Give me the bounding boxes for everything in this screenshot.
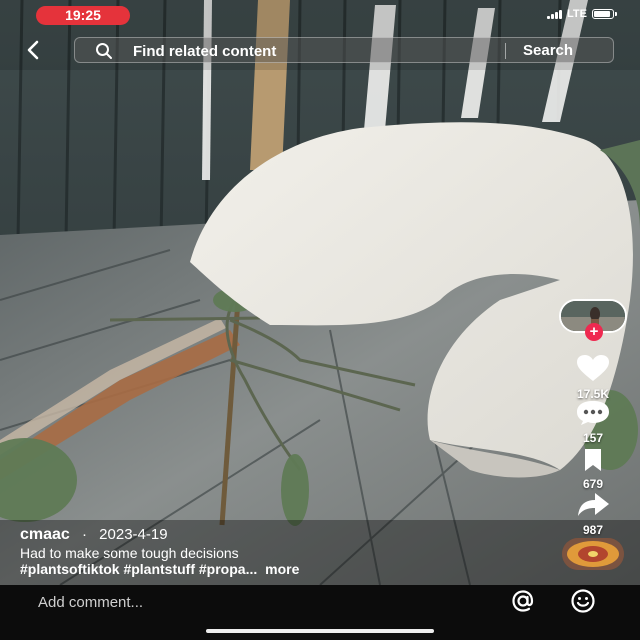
search-bar[interactable]: Search bbox=[74, 37, 614, 63]
username[interactable]: cmaac bbox=[20, 526, 70, 543]
like-action[interactable]: 17.5K bbox=[556, 354, 630, 401]
like-count: 17.5K bbox=[576, 387, 610, 401]
hashtags[interactable]: #plantsoftiktok #plantstuff #propa... bbox=[20, 561, 257, 577]
share-action[interactable]: 987 bbox=[556, 492, 630, 537]
comment-input[interactable] bbox=[38, 592, 398, 612]
comment-action[interactable]: 157 bbox=[556, 400, 630, 445]
battery-icon bbox=[592, 9, 617, 19]
signal-icon bbox=[547, 9, 563, 19]
save-action[interactable]: 679 bbox=[556, 448, 630, 491]
search-divider bbox=[505, 43, 506, 59]
comment-bar bbox=[0, 585, 640, 640]
caption-text: Had to make some tough decisions bbox=[20, 545, 239, 561]
emoji-icon[interactable] bbox=[570, 588, 596, 614]
post-date: 2023-4-19 bbox=[99, 526, 168, 543]
at-icon[interactable] bbox=[510, 588, 536, 614]
tiktok-video-screen: 19:25 LTE Search + 17.5K bbox=[0, 0, 640, 640]
save-count: 679 bbox=[582, 477, 604, 491]
bookmark-icon bbox=[585, 449, 601, 471]
comment-icon bbox=[577, 401, 609, 425]
search-icon bbox=[96, 43, 112, 59]
home-indicator bbox=[206, 629, 434, 633]
heart-icon bbox=[577, 355, 609, 381]
status-time: 19:25 bbox=[36, 6, 130, 25]
back-arrow-icon[interactable] bbox=[22, 38, 46, 62]
network-label: LTE bbox=[567, 8, 587, 20]
share-icon bbox=[578, 493, 609, 516]
post-meta: cmaac · 2023-4-19 bbox=[20, 526, 168, 544]
sound-disc[interactable] bbox=[562, 538, 624, 570]
share-count: 987 bbox=[582, 523, 604, 537]
search-input[interactable] bbox=[133, 41, 463, 61]
meta-separator: · bbox=[82, 526, 87, 543]
more-link[interactable]: more bbox=[265, 561, 299, 577]
follow-button[interactable]: + bbox=[585, 323, 603, 341]
comment-count: 157 bbox=[582, 431, 604, 445]
status-indicators: LTE bbox=[547, 8, 617, 20]
post-caption: Had to make some tough decisions #plants… bbox=[20, 545, 540, 577]
search-button[interactable]: Search bbox=[523, 41, 573, 61]
video-player[interactable] bbox=[0, 0, 640, 585]
